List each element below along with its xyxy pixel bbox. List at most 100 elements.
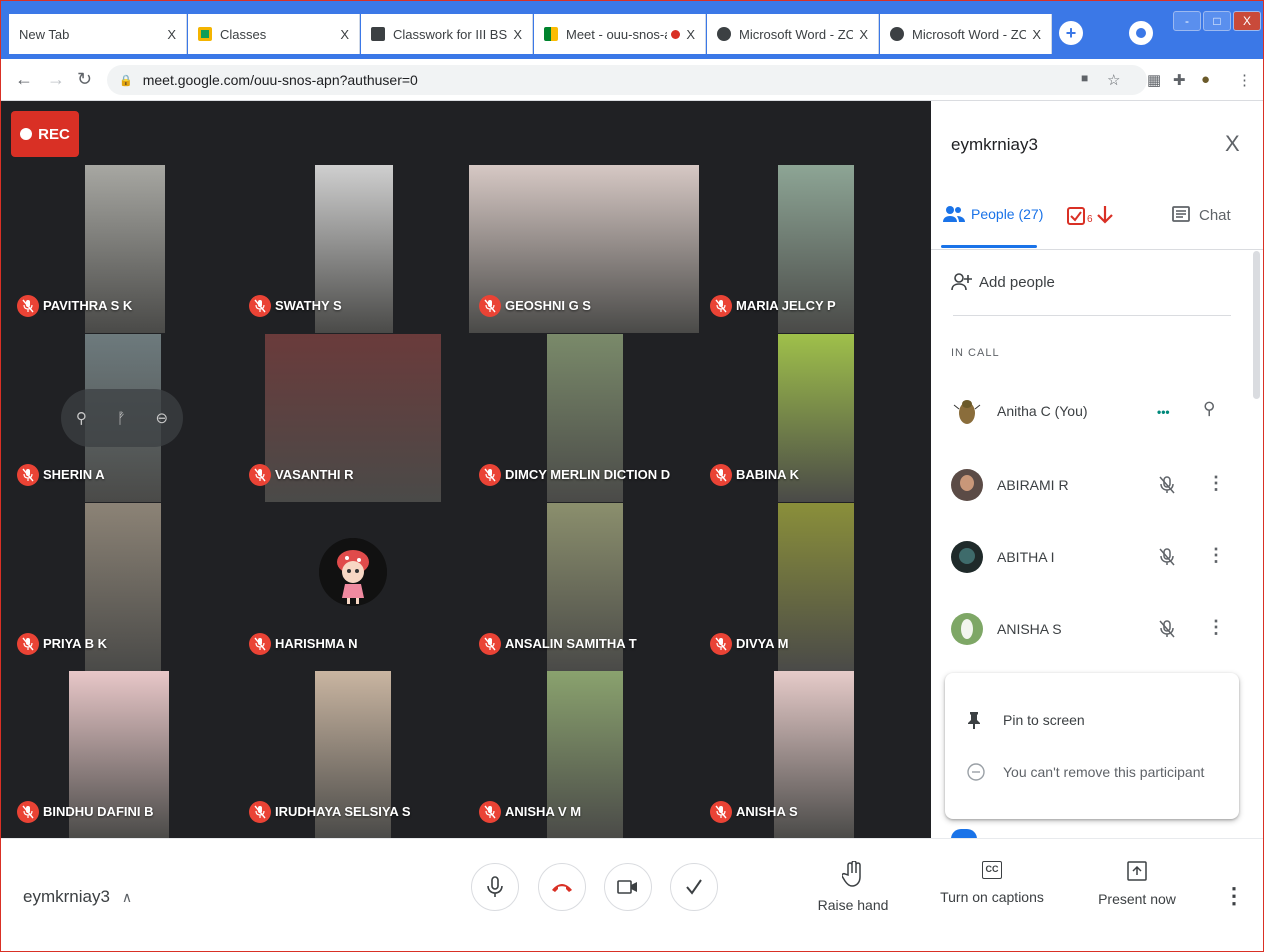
more-options-icon[interactable]: ⋮ — [1207, 473, 1225, 494]
participant-tile[interactable]: IRUDHAYA SELSIYA S — [239, 671, 469, 839]
tab-classes[interactable]: Classes X — [188, 14, 360, 54]
tab-meet[interactable]: Meet - ouu-snos-a X — [534, 14, 706, 54]
add-people-label: Add people — [979, 273, 1055, 291]
tab-tasks[interactable]: 6 — [1067, 205, 1113, 225]
chrome-menu-icon[interactable]: ⋮ — [1237, 71, 1252, 89]
checkmark-icon — [686, 879, 702, 895]
lock-icon: 🔒 — [119, 74, 133, 87]
add-people-button[interactable]: Add people — [951, 273, 1055, 291]
mute-participant-icon[interactable]: ᚡ — [117, 410, 126, 427]
tab-word-2[interactable]: Microsoft Word - ZC17 X — [880, 14, 1052, 54]
participant-row[interactable]: ABITHA I ⋮ — [931, 537, 1263, 581]
address-bar[interactable]: 🔒 meet.google.com/ouu-snos-apn?authuser=… — [107, 65, 1147, 95]
classroom-icon — [371, 27, 385, 41]
tab-close-icon[interactable]: X — [859, 27, 868, 42]
mic-off-icon — [1157, 619, 1177, 644]
tab-strip: New Tab X Classes X Classwork for III BS… — [1, 1, 1263, 59]
participant-tile[interactable]: BABINA K — [700, 334, 930, 502]
remove-icon[interactable]: ⊖ — [156, 409, 169, 427]
avatar — [951, 469, 983, 501]
participant-tile[interactable]: DIVYA M — [700, 503, 930, 671]
rec-label: REC — [38, 125, 70, 143]
reload-icon[interactable]: ↻ — [77, 69, 92, 90]
participant-tile[interactable]: PRIYA B K — [7, 503, 237, 671]
tab-close-icon[interactable]: X — [513, 27, 522, 42]
more-options-icon[interactable]: ⋮ — [1223, 883, 1245, 909]
tab-close-icon[interactable]: X — [1032, 27, 1041, 42]
pin-icon[interactable]: ⚲ — [76, 409, 87, 427]
participant-tile[interactable]: SWATHY S — [239, 165, 469, 333]
raise-hand-button[interactable]: Raise hand — [793, 861, 913, 913]
mic-off-icon — [249, 464, 271, 486]
present-now-button[interactable]: Present now — [1077, 861, 1197, 907]
scrollbar[interactable] — [1253, 251, 1260, 399]
bookmark-star-icon[interactable]: ☆ — [1107, 71, 1120, 89]
menu-item-label: You can't remove this participant — [1003, 764, 1205, 780]
tab-classwork[interactable]: Classwork for III BSc Bi X — [361, 14, 533, 54]
tab-close-icon[interactable]: X — [167, 27, 176, 42]
participant-tile[interactable]: VASANTHI R — [239, 334, 469, 502]
participant-name: ANSALIN SAMITHA T — [505, 636, 637, 651]
hand-icon — [842, 861, 861, 887]
pin-icon[interactable]: ⚲ — [1203, 399, 1215, 419]
participant-name: ANISHA S — [997, 621, 1062, 637]
tab-close-icon[interactable]: X — [686, 27, 695, 42]
record-icon — [20, 128, 33, 140]
profile-icon[interactable] — [1129, 21, 1153, 45]
forward-icon[interactable]: → — [47, 69, 65, 90]
participant-tile[interactable]: DIMCY MERLIN DICTION D — [469, 334, 699, 502]
profile-avatar-icon[interactable]: ● — [1201, 71, 1210, 88]
toolbar: ← → ↻ 🔒 meet.google.com/ouu-snos-apn?aut… — [1, 59, 1263, 101]
mic-off-icon — [479, 633, 501, 655]
participant-row[interactable]: ANISHA S ⋮ — [931, 609, 1263, 653]
attendance-check-button[interactable] — [670, 863, 718, 911]
maximize-button[interactable]: □ — [1203, 11, 1231, 31]
microphone-button[interactable] — [471, 863, 519, 911]
tab-people[interactable]: People (27) — [943, 205, 1043, 223]
extensions-puzzle-icon[interactable]: ✚ — [1173, 71, 1186, 89]
more-options-icon[interactable]: ⋮ — [1207, 617, 1225, 638]
participant-tile[interactable]: BINDHU DAFINI B — [7, 671, 237, 839]
participant-row[interactable]: ABIRAMI R ⋮ — [931, 465, 1263, 509]
avatar — [951, 613, 983, 645]
tab-close-icon[interactable]: X — [340, 27, 349, 42]
captions-button[interactable]: CC Turn on captions — [931, 861, 1053, 905]
new-tab-button[interactable]: + — [1059, 21, 1083, 45]
participant-tile[interactable]: PAVITHRA S K — [7, 165, 237, 333]
tab-title: Microsoft Word - ZC17 — [739, 26, 854, 42]
meeting-details-button[interactable]: eymkrniay3 ∧ — [23, 887, 132, 907]
participant-tile[interactable]: MARIA JELCY P — [700, 165, 930, 333]
more-options-icon[interactable]: ⋮ — [1207, 545, 1225, 566]
participant-tile[interactable]: ANSALIN SAMITHA T — [469, 503, 699, 671]
participant-name: MARIA JELCY P — [736, 298, 836, 313]
camera-indicator-icon[interactable]: ■ — [1081, 71, 1088, 85]
participant-row[interactable]: Anitha C (You) ••• ⚲ — [931, 391, 1263, 435]
camera-button[interactable] — [604, 863, 652, 911]
participant-tile[interactable]: GEOSHNI G S — [469, 165, 699, 333]
pin-to-screen-item[interactable]: Pin to screen — [967, 711, 1085, 729]
leave-call-button[interactable] — [538, 863, 586, 911]
participant-name: Anitha C (You) — [997, 403, 1088, 419]
back-icon[interactable]: ← — [15, 69, 33, 90]
extension-grid-icon[interactable]: ▦ — [1147, 71, 1161, 89]
participant-tile[interactable]: ANISHA V M — [469, 671, 699, 839]
mic-off-icon — [710, 295, 732, 317]
participant-context-menu: Pin to screen You can't remove this part… — [945, 673, 1239, 819]
participant-name: IRUDHAYA SELSIYA S — [275, 804, 411, 819]
close-icon[interactable]: X — [1225, 131, 1240, 157]
tab-chat[interactable]: Chat — [1171, 205, 1231, 225]
participant-tile[interactable]: ANISHA S — [700, 671, 930, 839]
mic-off-icon — [710, 464, 732, 486]
cartoon-avatar — [319, 538, 387, 606]
add-person-icon — [951, 273, 972, 291]
present-label: Present now — [1098, 891, 1176, 907]
browser-window: New Tab X Classes X Classwork for III BS… — [0, 0, 1264, 952]
tab-new-tab[interactable]: New Tab X — [9, 14, 187, 54]
tab-word-1[interactable]: Microsoft Word - ZC17 X — [707, 14, 879, 54]
microphone-icon — [487, 876, 503, 897]
participant-name: SWATHY S — [275, 298, 342, 313]
minimize-button[interactable]: - — [1173, 11, 1201, 31]
captions-label: Turn on captions — [940, 889, 1044, 905]
camera-icon — [617, 880, 637, 894]
close-window-button[interactable]: X — [1233, 11, 1261, 31]
